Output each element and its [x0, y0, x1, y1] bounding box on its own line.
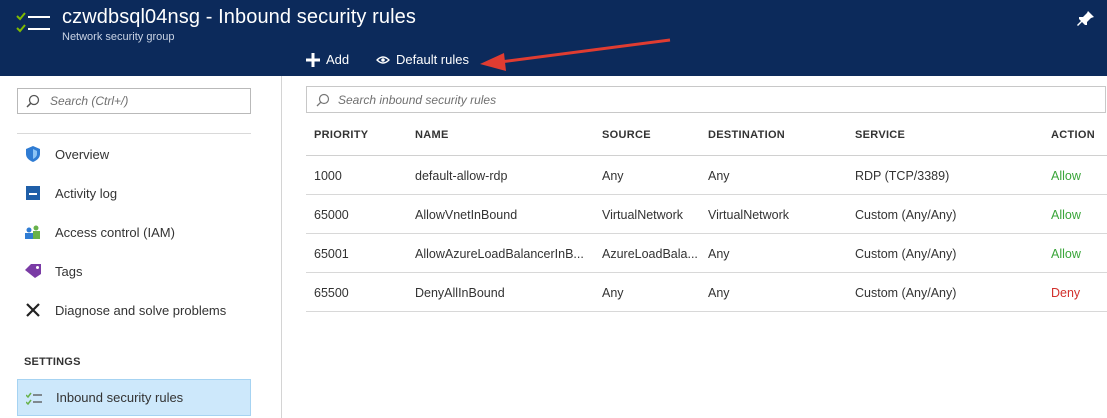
cell-priority: 65500	[314, 286, 349, 300]
sidebar-item-label: Diagnose and solve problems	[55, 302, 227, 318]
cell-name: AllowVnetInBound	[415, 208, 518, 222]
sidebar-item-access-control[interactable]: Access control (IAM)	[17, 214, 251, 250]
divider	[17, 133, 251, 134]
pin-icon[interactable]	[1077, 10, 1095, 28]
column-header-source[interactable]: SOURCE	[602, 129, 651, 141]
people-icon	[23, 222, 43, 242]
tag-icon	[23, 261, 43, 281]
cell-source: AzureLoadBala...	[602, 247, 698, 261]
inbound-rules-icon	[24, 388, 44, 408]
annotation-arrow	[480, 38, 671, 71]
page-title: czwdbsql04nsg - Inbound security rules	[62, 6, 416, 28]
search-icon	[26, 94, 40, 108]
sidebar-item-inbound-security-rules[interactable]: Inbound security rules	[17, 379, 251, 416]
sidebar-search-input[interactable]: Search (Ctrl+/)	[17, 88, 251, 114]
cell-name: default-allow-rdp	[415, 169, 508, 183]
cell-destination: VirtualNetwork	[708, 208, 790, 222]
sidebar: Search (Ctrl+/) Overview Activity log Ac…	[0, 76, 282, 418]
table-row[interactable]: 65000 AllowVnetInBound VirtualNetwork Vi…	[306, 195, 1107, 234]
cell-name: DenyAllInBound	[415, 286, 505, 300]
wrench-icon	[23, 300, 43, 320]
sidebar-item-diagnose[interactable]: Diagnose and solve problems	[17, 292, 251, 328]
default-rules-button[interactable]: Default rules	[376, 52, 469, 67]
rules-search-placeholder: Search inbound security rules	[338, 92, 497, 107]
activity-log-icon	[23, 183, 43, 203]
cell-priority: 65001	[314, 247, 349, 261]
cell-priority: 1000	[314, 169, 342, 183]
cell-action: Allow	[1051, 247, 1081, 261]
rules-search-input[interactable]: Search inbound security rules	[306, 86, 1106, 113]
settings-section-label: SETTINGS	[24, 356, 81, 368]
search-icon	[316, 93, 330, 106]
page-subtitle: Network security group	[62, 31, 175, 43]
column-header-priority[interactable]: PRIORITY	[314, 129, 368, 141]
column-header-service[interactable]: SERVICE	[855, 129, 905, 141]
sidebar-item-label: Overview	[55, 146, 110, 162]
table-header: PRIORITY NAME SOURCE DESTINATION SERVICE…	[306, 116, 1107, 156]
cell-action: Deny	[1051, 286, 1081, 300]
default-rules-label: Default rules	[396, 52, 469, 67]
sidebar-item-label: Tags	[55, 263, 83, 279]
table-row[interactable]: 65001 AllowAzureLoadBalancerInB... Azure…	[306, 234, 1107, 273]
cell-priority: 65000	[314, 208, 349, 222]
cell-action: Allow	[1051, 169, 1081, 183]
sidebar-search-placeholder: Search (Ctrl+/)	[50, 94, 129, 108]
cell-service: Custom (Any/Any)	[855, 286, 957, 300]
cell-name: AllowAzureLoadBalancerInB...	[415, 247, 584, 261]
cell-destination: Any	[708, 247, 730, 261]
cell-source: Any	[602, 286, 624, 300]
plus-icon	[306, 52, 320, 67]
cell-destination: Any	[708, 169, 730, 183]
cell-source: Any	[602, 169, 624, 183]
sidebar-item-label: Activity log	[55, 185, 118, 201]
column-header-name[interactable]: NAME	[415, 129, 449, 141]
cell-action: Allow	[1051, 208, 1081, 222]
table-row[interactable]: 65500 DenyAllInBound Any Any Custom (Any…	[306, 273, 1107, 312]
shield-icon	[23, 144, 43, 164]
add-button-label: Add	[326, 52, 350, 67]
table-row[interactable]: 1000 default-allow-rdp Any Any RDP (TCP/…	[306, 156, 1107, 195]
nsg-list-icon	[16, 12, 50, 33]
cell-destination: Any	[708, 286, 730, 300]
sidebar-item-label: Inbound security rules	[56, 390, 184, 405]
cell-service: Custom (Any/Any)	[855, 208, 957, 222]
column-header-action[interactable]: ACTION	[1051, 129, 1095, 141]
sidebar-item-activity-log[interactable]: Activity log	[17, 175, 251, 211]
eye-icon	[376, 55, 390, 64]
cell-service: Custom (Any/Any)	[855, 247, 957, 261]
sidebar-item-overview[interactable]: Overview	[17, 136, 251, 172]
cell-source: VirtualNetwork	[602, 208, 684, 222]
sidebar-item-tags[interactable]: Tags	[17, 253, 251, 289]
cell-service: RDP (TCP/3389)	[855, 169, 950, 183]
sidebar-item-label: Access control (IAM)	[55, 224, 175, 240]
rules-table: PRIORITY NAME SOURCE DESTINATION SERVICE…	[306, 116, 1107, 312]
column-header-destination[interactable]: DESTINATION	[708, 129, 785, 141]
add-button[interactable]: Add	[306, 52, 349, 67]
